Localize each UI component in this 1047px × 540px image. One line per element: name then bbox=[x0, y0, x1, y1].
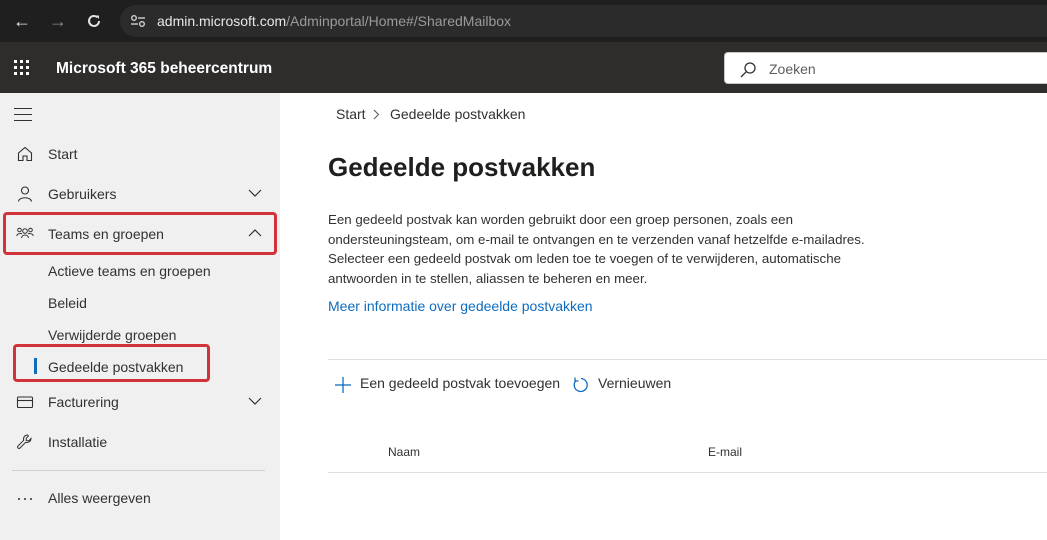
reload-icon[interactable] bbox=[84, 11, 104, 31]
refresh-button-label: Vernieuwen bbox=[598, 375, 672, 391]
add-button-label: Een gedeeld postvak toevoegen bbox=[360, 375, 561, 391]
sidebar-item-users[interactable]: Gebruikers bbox=[0, 176, 280, 212]
sidebar-item-label: Installatie bbox=[48, 434, 108, 450]
column-header-name[interactable]: Naam bbox=[388, 445, 420, 459]
app-title[interactable]: Microsoft 365 beheercentrum bbox=[56, 60, 272, 78]
sidebar-divider bbox=[12, 470, 265, 471]
sidebar-nav: Start Gebruikers Teams en groepen Actiev… bbox=[0, 93, 280, 540]
search-placeholder: Zoeken bbox=[769, 61, 816, 77]
divider bbox=[328, 359, 1047, 360]
chevron-right-icon bbox=[373, 109, 380, 120]
sidebar-subitem-deleted-groups[interactable]: Verwijderde groepen bbox=[48, 327, 176, 343]
sidebar-item-label: Gebruikers bbox=[48, 186, 117, 202]
sidebar-item-label: Alles weergeven bbox=[48, 490, 151, 506]
sidebar-subitem-policies[interactable]: Beleid bbox=[48, 295, 87, 311]
sidebar-item-label: Facturering bbox=[48, 394, 119, 410]
sidebar-item-setup[interactable]: Installatie bbox=[0, 424, 280, 460]
chevron-down-icon bbox=[248, 397, 262, 405]
breadcrumb-start[interactable]: Start bbox=[336, 106, 366, 122]
url-host: admin.microsoft.com bbox=[157, 13, 287, 29]
chevron-down-icon bbox=[248, 189, 262, 197]
highlight-box-teams bbox=[3, 212, 277, 255]
table-header-divider bbox=[328, 472, 1047, 473]
learn-more-link[interactable]: Meer informatie over gedeelde postvakken bbox=[328, 298, 593, 314]
refresh-button[interactable]: Vernieuwen bbox=[572, 375, 672, 393]
page-description: Een gedeeld postvak kan worden gebruikt … bbox=[328, 212, 865, 286]
add-icon bbox=[335, 377, 351, 393]
person-icon bbox=[17, 186, 33, 202]
home-icon bbox=[17, 146, 33, 162]
page-title: Gedeelde postvakken bbox=[328, 152, 596, 182]
sidebar-item-show-all[interactable]: Alles weergeven bbox=[0, 480, 280, 516]
sidebar-subitem-active-teams[interactable]: Actieve teams en groepen bbox=[48, 263, 211, 279]
more-ellipsis-icon bbox=[18, 498, 32, 500]
app-launcher-icon[interactable] bbox=[14, 60, 30, 76]
forward-arrow-icon[interactable]: → bbox=[48, 11, 68, 31]
sidebar-item-label: Start bbox=[48, 146, 78, 162]
url-text: admin.microsoft.com/Adminportal/Home#/Sh… bbox=[157, 13, 511, 29]
billing-icon bbox=[16, 396, 34, 409]
search-input[interactable]: Zoeken bbox=[724, 52, 1047, 84]
sidebar-item-billing[interactable]: Facturering bbox=[0, 384, 280, 420]
add-shared-mailbox-button[interactable]: Een gedeeld postvak toevoegen bbox=[334, 375, 561, 393]
main-content: Start Gedeelde postvakken Gedeelde postv… bbox=[280, 93, 1047, 540]
address-bar[interactable]: admin.microsoft.com/Adminportal/Home#/Sh… bbox=[120, 5, 1047, 37]
refresh-icon bbox=[573, 377, 588, 393]
app-header: Microsoft 365 beheercentrum Zoeken bbox=[0, 42, 1047, 93]
back-arrow-icon[interactable]: ← bbox=[12, 11, 32, 31]
search-icon bbox=[740, 62, 756, 78]
breadcrumb-current: Gedeelde postvakken bbox=[390, 106, 526, 122]
wrench-icon bbox=[17, 434, 32, 449]
site-settings-icon[interactable] bbox=[130, 14, 146, 28]
sidebar-item-start[interactable]: Start bbox=[0, 136, 280, 172]
hamburger-menu-icon[interactable] bbox=[14, 108, 32, 126]
column-header-email[interactable]: E-mail bbox=[708, 445, 742, 459]
browser-toolbar: ← → admin.microsoft.com/Adminportal/Home… bbox=[0, 0, 1047, 42]
url-path: /Adminportal/Home#/SharedMailbox bbox=[286, 13, 512, 29]
highlight-box-shared-mailboxes bbox=[13, 344, 210, 382]
